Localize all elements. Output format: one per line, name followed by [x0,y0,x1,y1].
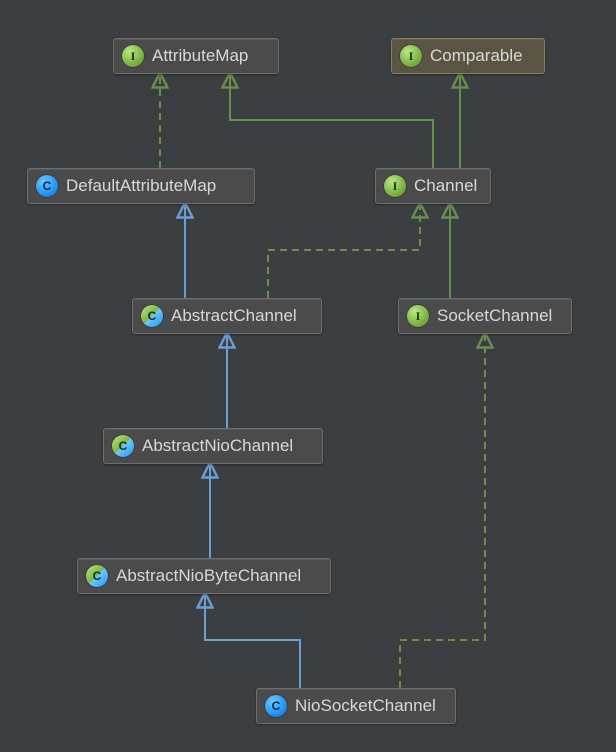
node-label: NioSocketChannel [295,696,436,716]
uml-edge [230,74,433,168]
node-label: AbstractNioByteChannel [116,566,301,586]
node-label: DefaultAttributeMap [66,176,216,196]
abstract-class-icon: C [86,565,108,587]
class-icon: C [36,175,58,197]
uml-node-nioSocketChannel[interactable]: C NioSocketChannel [256,688,456,724]
node-label: AttributeMap [152,46,248,66]
uml-node-comparable[interactable]: I Comparable [391,38,545,74]
uml-edge [268,204,420,298]
uml-node-attributeMap[interactable]: I AttributeMap [113,38,279,74]
uml-node-abstractNioChannel[interactable]: C AbstractNioChannel [103,428,323,464]
uml-edge [400,334,485,688]
uml-node-defaultAttributeMap[interactable]: C DefaultAttributeMap [27,168,255,204]
node-label: AbstractNioChannel [142,436,293,456]
abstract-class-icon: C [112,435,134,457]
connector-layer [0,0,616,752]
uml-node-channel[interactable]: I Channel [375,168,491,204]
abstract-class-icon: C [141,305,163,327]
node-label: SocketChannel [437,306,552,326]
node-label: Channel [414,176,477,196]
interface-icon: I [400,45,422,67]
uml-edge [205,594,300,688]
interface-icon: I [384,175,406,197]
interface-icon: I [122,45,144,67]
class-icon: C [265,695,287,717]
interface-icon: I [407,305,429,327]
uml-node-abstractNioByteChannel[interactable]: C AbstractNioByteChannel [77,558,331,594]
uml-node-socketChannel[interactable]: I SocketChannel [398,298,572,334]
node-label: AbstractChannel [171,306,297,326]
uml-node-abstractChannel[interactable]: C AbstractChannel [132,298,322,334]
node-label: Comparable [430,46,523,66]
